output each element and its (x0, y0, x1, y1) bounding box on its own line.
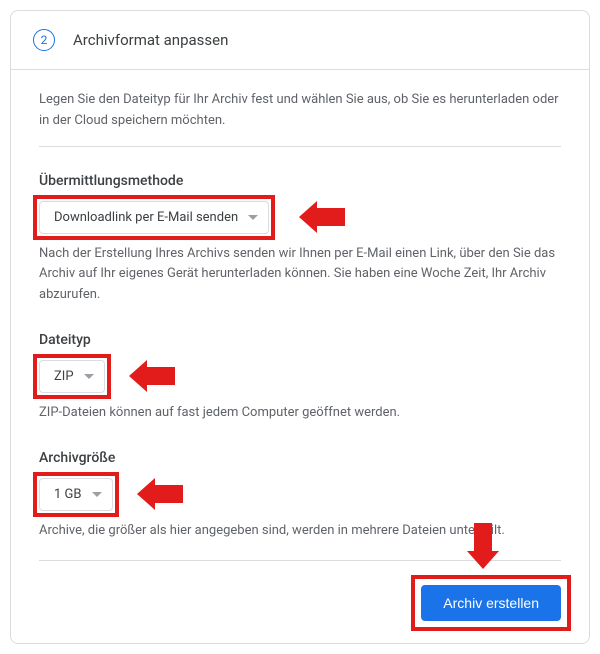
archive-format-card: 2 Archivformat anpassen Legen Sie den Da… (10, 10, 590, 644)
card-header: 2 Archivformat anpassen (11, 11, 589, 70)
filetype-label: Dateityp (39, 332, 561, 348)
filetype-help-text: ZIP-Dateien können auf fast jedem Comput… (39, 403, 561, 424)
annotation-arrow-icon (137, 478, 183, 510)
footer-actions: Archiv erstellen (39, 579, 561, 621)
filetype-section: Dateityp ZIP ZIP-Dateien können auf fast… (39, 332, 561, 424)
archivesize-help-text: Archive, die größer als hier angegeben s… (39, 521, 561, 542)
chevron-down-icon (92, 492, 102, 497)
card-title: Archivformat anpassen (73, 31, 228, 49)
step-number-badge: 2 (33, 29, 55, 51)
card-body: Legen Sie den Dateityp für Ihr Archiv fe… (11, 70, 589, 643)
delivery-section: Übermittlungsmethode Downloadlink per E-… (39, 173, 561, 306)
delivery-label: Übermittlungsmethode (39, 173, 561, 189)
annotation-arrow-icon (299, 201, 345, 233)
archivesize-dropdown[interactable]: 1 GB (39, 478, 113, 511)
create-archive-button[interactable]: Archiv erstellen (421, 585, 561, 621)
delivery-help-text: Nach der Erstellung Ihres Archivs senden… (39, 244, 561, 306)
divider (39, 560, 561, 561)
divider (39, 146, 561, 147)
archivesize-label: Archivgröße (39, 450, 561, 466)
archivesize-section: Archivgröße 1 GB Archive, die größer als… (39, 450, 561, 542)
archivesize-selected-value: 1 GB (54, 487, 82, 502)
chevron-down-icon (84, 374, 94, 379)
filetype-dropdown[interactable]: ZIP (39, 360, 105, 393)
intro-text: Legen Sie den Dateityp für Ihr Archiv fe… (39, 90, 561, 132)
annotation-arrow-icon (129, 360, 175, 392)
filetype-selected-value: ZIP (54, 369, 74, 384)
chevron-down-icon (248, 215, 258, 220)
delivery-selected-value: Downloadlink per E-Mail senden (54, 210, 238, 225)
delivery-method-dropdown[interactable]: Downloadlink per E-Mail senden (39, 201, 269, 234)
